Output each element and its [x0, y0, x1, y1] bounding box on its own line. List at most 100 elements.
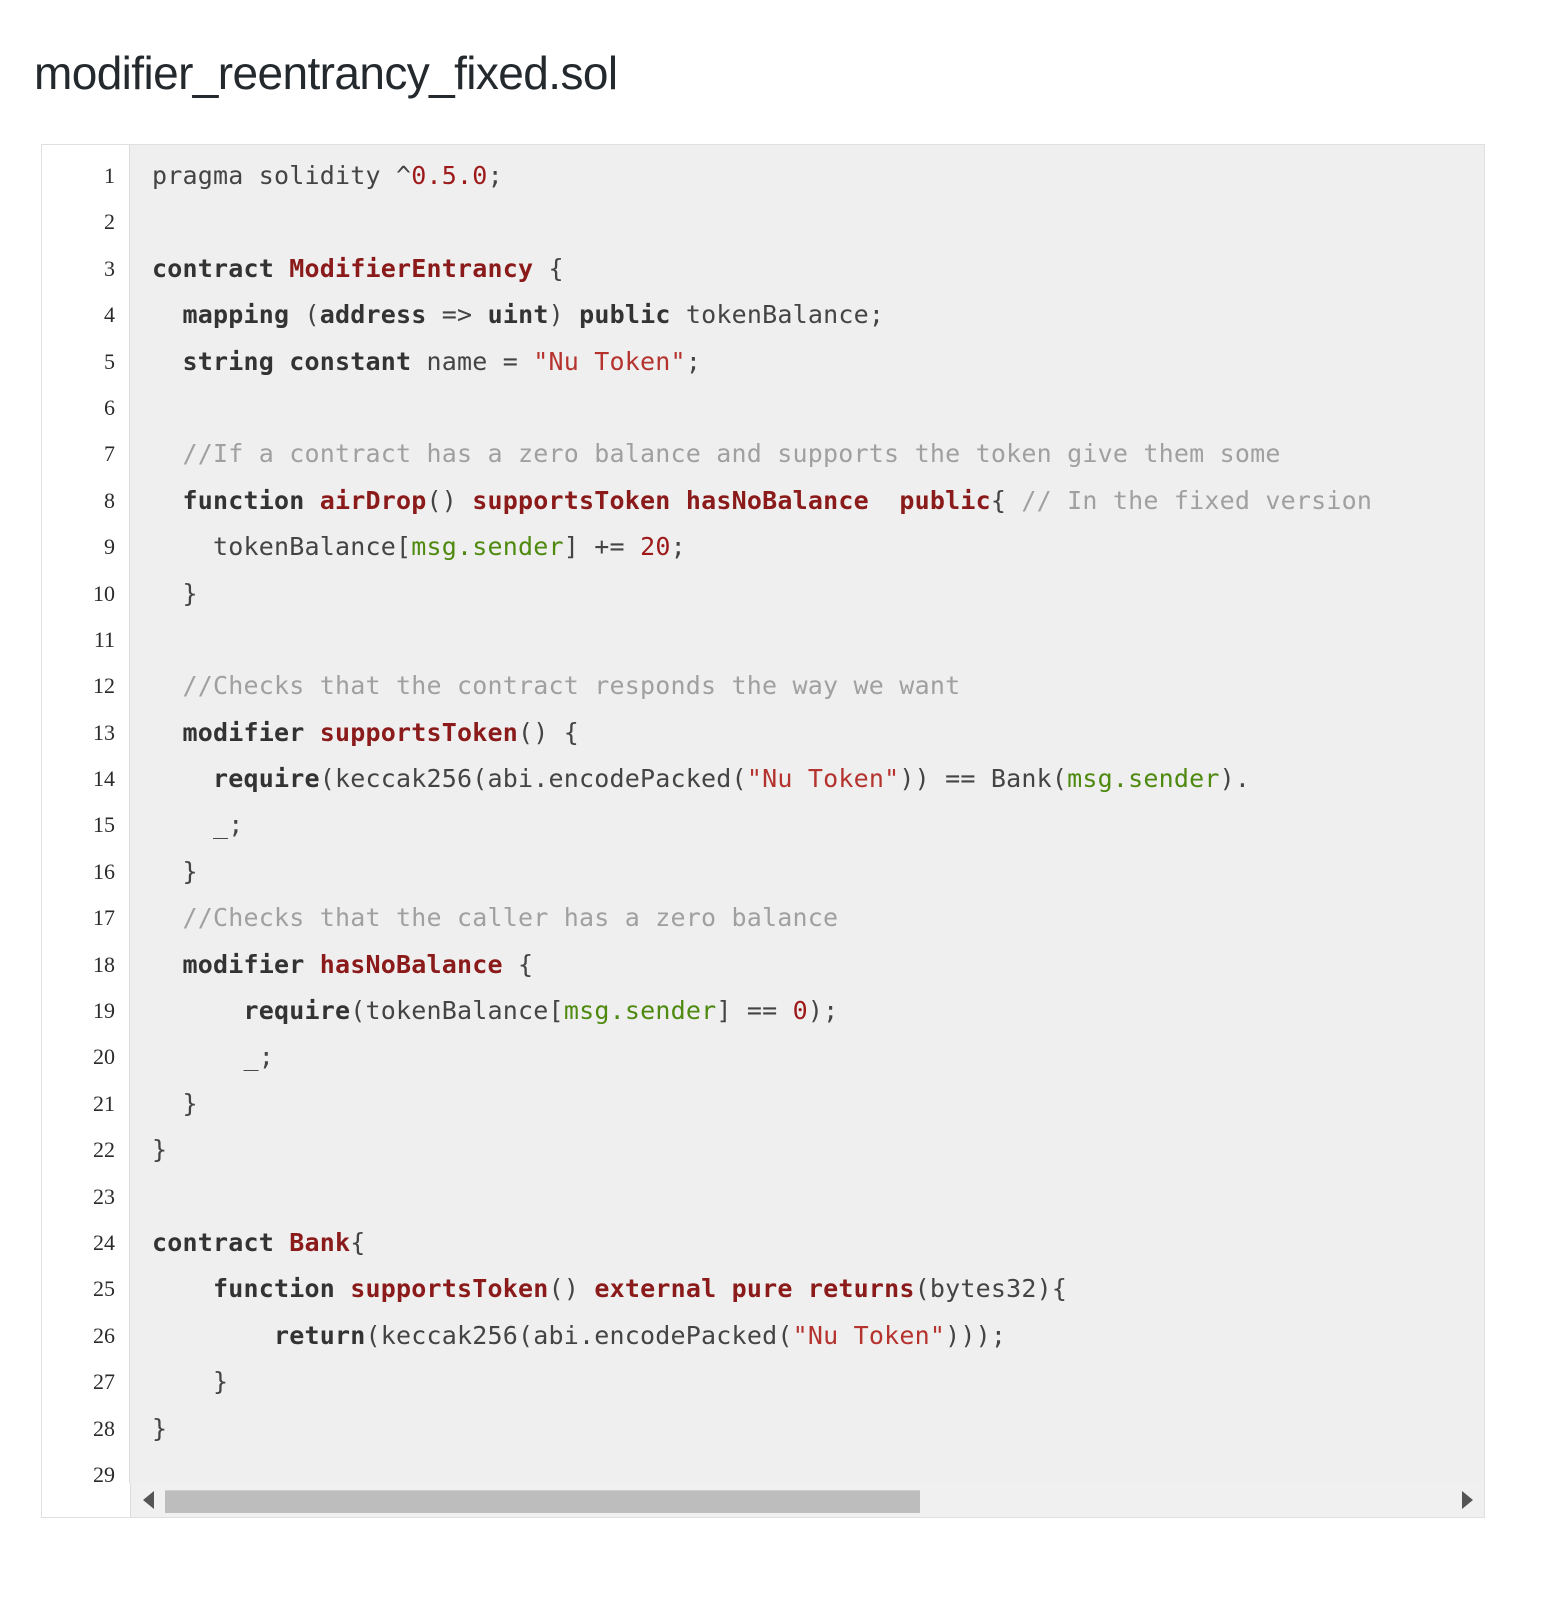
- code-line: function airDrop() supportsToken hasNoBa…: [152, 478, 1372, 524]
- code-line: return(keccak256(abi.encodePacked("Nu To…: [152, 1313, 1372, 1359]
- code-token-plain: tokenBalance;: [670, 300, 885, 330]
- code-pane[interactable]: pragma solidity ^0.5.0; contract Modifie…: [130, 145, 1484, 1517]
- code-token-kw: require: [152, 764, 320, 794]
- code-token-com: // In the fixed version: [1021, 485, 1373, 515]
- code-token-com: //If a contract has a zero balance and s…: [152, 439, 1281, 469]
- code-token-kw: function: [152, 1274, 351, 1304]
- code-token-plain: tokenBalance[: [152, 532, 412, 562]
- scrollbar-track[interactable]: [165, 1487, 1450, 1513]
- code-token-plain: ^: [396, 161, 412, 190]
- code-line: _;: [152, 802, 1372, 848]
- code-token-str: "Nu Token": [533, 346, 686, 376]
- code-token-fn: supportsToken hasNoBalance: [472, 485, 869, 515]
- line-number-gutter: 1 2 3 4 5 6 7 8 9 10 11 12 13 14 15 16 17 18 19 20 21 22 23 24 2…: [42, 145, 130, 1517]
- code-line: }: [152, 849, 1372, 895]
- code-token-fn: external pure returns: [594, 1274, 915, 1304]
- code-token-plain: name =: [411, 346, 534, 376]
- code-token-kw: address: [319, 300, 427, 330]
- line-number: 9: [104, 534, 115, 560]
- line-number: 21: [93, 1090, 115, 1116]
- line-number: 26: [93, 1322, 115, 1348]
- code-token-plain: }: [152, 578, 198, 608]
- page-title: modifier_reentrancy_fixed.sol: [34, 47, 618, 99]
- code-token-plain: )) == Bank(: [899, 764, 1068, 794]
- code-token-kw: contract: [152, 1227, 290, 1257]
- line-number: 28: [93, 1415, 115, 1441]
- line-number: 3: [104, 255, 115, 281]
- code-token-kw: return: [152, 1320, 366, 1350]
- code-token-plain: }: [152, 1413, 168, 1443]
- code-token-type: Bank: [289, 1227, 351, 1257]
- line-number: 20: [93, 1044, 115, 1070]
- code-token-kw: modifier: [152, 717, 320, 747]
- code-token-plain: {: [990, 485, 1022, 515]
- code-token-plain: ): [548, 300, 580, 330]
- gutter-bottom-filler: [42, 1483, 131, 1517]
- code-token-plain: () {: [518, 717, 580, 747]
- code-token-kw: contract: [152, 253, 290, 283]
- line-number: 16: [93, 858, 115, 884]
- line-number: 19: [93, 998, 115, 1024]
- code-line: mapping (address => uint) public tokenBa…: [152, 292, 1372, 338]
- code-token-fn: supportsToken: [350, 1274, 549, 1304]
- code-token-plain: );: [807, 996, 839, 1026]
- code-token-plain: ;: [685, 346, 702, 376]
- code-line: //Checks that the contract responds the …: [152, 663, 1372, 709]
- scroll-left-arrow-button[interactable]: [131, 1483, 165, 1517]
- code-line: }: [152, 1127, 1372, 1173]
- scroll-right-arrow-button[interactable]: [1450, 1483, 1484, 1517]
- line-number: 23: [93, 1183, 115, 1209]
- code-token-fn: hasNoBalance: [319, 949, 503, 979]
- code-line: //If a contract has a zero balance and s…: [152, 431, 1372, 477]
- code-line: modifier supportsToken() {: [152, 710, 1372, 756]
- line-number: 15: [93, 812, 115, 838]
- line-number: 25: [93, 1276, 115, 1302]
- code-token-num: 20: [640, 532, 671, 562]
- line-number: 10: [93, 580, 115, 606]
- code-token-plain: (bytes32){: [914, 1274, 1068, 1304]
- line-number: 12: [93, 673, 115, 699]
- code-token-plain: }: [152, 856, 198, 886]
- code-viewer: 1 2 3 4 5 6 7 8 9 10 11 12 13 14 15 16 17 18 19 20 21 22 23 24 2…: [41, 144, 1485, 1518]
- code-token-com: //Checks that the caller has a zero bala…: [152, 903, 839, 933]
- code-token-str: "Nu Token": [746, 764, 900, 794]
- code-token-plain: _;: [152, 810, 244, 840]
- code-token-plain: (keccak256(abi.encodePacked(: [365, 1320, 793, 1350]
- triangle-right-icon: [1461, 1491, 1473, 1509]
- code-token-kw: public: [579, 300, 671, 330]
- code-token-str: "Nu Token": [792, 1320, 946, 1350]
- code-line: function supportsToken() external pure r…: [152, 1266, 1372, 1312]
- code-token-plain: (tokenBalance[: [350, 996, 564, 1026]
- code-token-kw: modifier: [152, 949, 320, 979]
- line-number: 5: [104, 348, 115, 374]
- line-number: 7: [104, 441, 115, 467]
- horizontal-scrollbar[interactable]: [131, 1483, 1484, 1517]
- code-line: }: [152, 1359, 1372, 1405]
- code-token-plain: {: [533, 253, 564, 283]
- code-token-kw: require: [152, 996, 351, 1026]
- code-token-plain: pragma solidity: [152, 161, 397, 190]
- line-number: 6: [104, 394, 115, 420]
- code-line: contract Bank{: [152, 1220, 1372, 1266]
- scrollbar-thumb[interactable]: [165, 1490, 920, 1513]
- line-number: 1: [104, 163, 115, 188]
- code-token-kw: function: [152, 485, 320, 515]
- code-token-fn: airDrop: [319, 485, 427, 515]
- line-number: 2: [104, 209, 115, 235]
- code-token-plain: {: [502, 949, 534, 979]
- code-token-num: 0.5.0: [411, 161, 488, 190]
- code-token-plain: ] ==: [716, 996, 793, 1026]
- code-token-fn: supportsToken: [319, 717, 519, 747]
- code-token-kw: mapping: [152, 300, 305, 330]
- line-number: 11: [93, 626, 115, 652]
- code-token-global: msg.sender: [411, 532, 564, 562]
- code-line: string constant name = "Nu Token";: [152, 339, 1372, 385]
- code-line: }: [152, 1406, 1372, 1452]
- code-line: require(keccak256(abi.encodePacked("Nu T…: [152, 756, 1372, 802]
- code-token-plain: ;: [670, 532, 686, 562]
- code-token-global: msg.sender: [1067, 764, 1220, 794]
- code-line: }: [152, 1081, 1372, 1127]
